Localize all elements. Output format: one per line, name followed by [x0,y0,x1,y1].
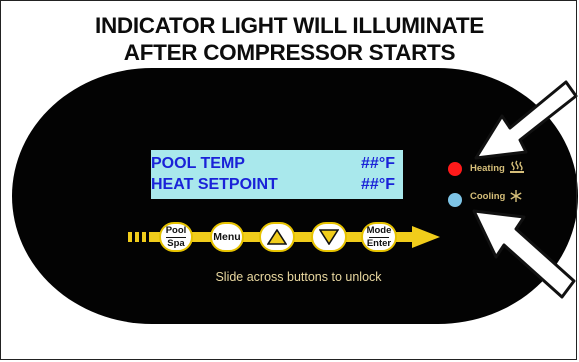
lcd-row-label: HEAT SETPOINT [151,176,278,193]
heating-indicator-label: Heating [470,163,505,174]
lcd-row-value: ##°F [361,176,395,193]
pool-spa-button-top-label: Pool [165,224,187,236]
pool-spa-button-bottom-label: Spa [167,237,185,249]
callout-arrow-heating [474,80,578,160]
pool-spa-button[interactable]: Pool Spa [159,222,193,252]
down-button[interactable] [311,222,347,252]
headline-line-2: AFTER COMPRESSOR STARTS [123,40,456,65]
menu-button-label: Menu [213,231,241,243]
mode-enter-button-top-label: Mode [366,224,392,236]
heating-indicator-light [448,162,462,176]
callout-arrow-cooling [472,209,576,299]
lcd-row-label: POOL TEMP [151,155,245,172]
lcd-row-pool-temp: POOL TEMP ##°F [151,153,403,175]
headline: INDICATOR LIGHT WILL ILLUMINATE AFTER CO… [0,12,579,66]
lcd-row-value: ##°F [361,155,395,172]
snowflake-icon [510,190,522,202]
lcd-display: POOL TEMP ##°F HEAT SETPOINT ##°F [151,150,403,199]
mode-enter-button-bottom-label: Enter [366,237,392,249]
cooling-indicator-light [448,193,462,207]
cooling-indicator-label: Cooling [470,191,506,202]
mode-enter-button[interactable]: Mode Enter [361,222,397,252]
down-triangle-icon [319,229,339,245]
up-button[interactable] [259,222,295,252]
headline-line-1: INDICATOR LIGHT WILL ILLUMINATE [95,13,484,38]
up-triangle-icon [267,229,287,245]
lcd-row-heat-setpoint: HEAT SETPOINT ##°F [151,174,403,196]
menu-button[interactable]: Menu [210,222,244,252]
